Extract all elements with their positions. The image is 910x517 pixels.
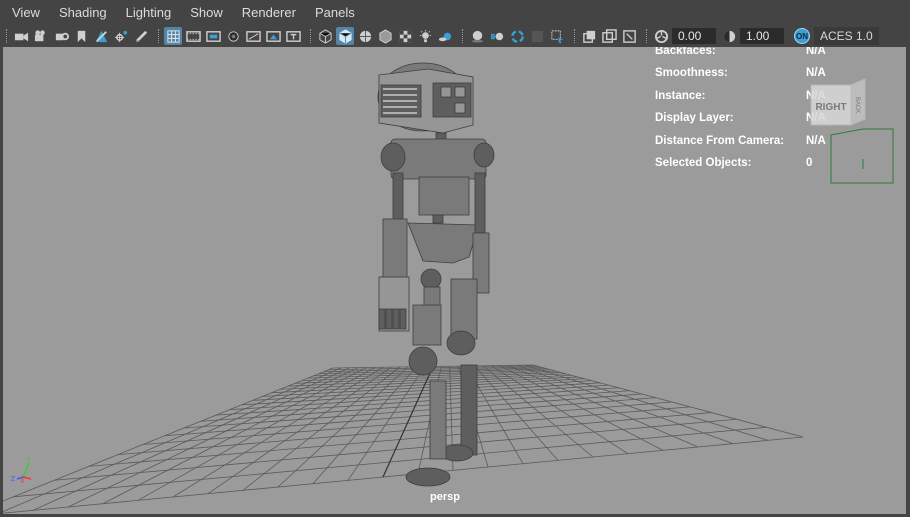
grid-line	[507, 365, 699, 448]
robot-left-finger	[378, 308, 386, 330]
axis-y-line	[22, 462, 30, 478]
robot-front-knee	[408, 346, 438, 376]
robot-back-thigh	[450, 278, 478, 340]
menu-shading[interactable]: Shading	[49, 0, 116, 26]
viewport-toolbar: 0.00 1.00 ON ACES 1.0	[0, 26, 910, 46]
robot-front-foot	[405, 467, 451, 487]
grid-line	[3, 436, 804, 514]
robot-front-hip	[420, 268, 442, 290]
robot-waist-joint	[432, 214, 444, 224]
hud-row-backfaces: Backfaces: N/A	[655, 47, 826, 57]
menu-panels[interactable]: Panels	[305, 0, 364, 26]
robot-front-hip-joint	[423, 286, 441, 308]
toolbar-separator	[646, 29, 649, 43]
menu-view[interactable]: View	[0, 0, 49, 26]
robot-front-thigh	[412, 304, 442, 346]
view-cube-right-label: RIGHT	[815, 102, 846, 113]
menu-lighting[interactable]: Lighting	[116, 0, 181, 26]
toolbar-separator	[158, 29, 161, 43]
view-cube[interactable]: RIGHT BACK	[803, 77, 903, 187]
camera-name-label: persp	[430, 491, 460, 503]
robot-face-detail	[440, 86, 452, 98]
viewport-menu-bar: View Shading Lighting Show Renderer Pane…	[0, 0, 910, 26]
gamma-field[interactable]: 1.00	[740, 28, 784, 44]
robot-left-finger	[392, 308, 400, 330]
image-plane-icon[interactable]	[72, 27, 90, 45]
isolate-select-icon[interactable]	[528, 27, 546, 45]
field-chart-icon[interactable]	[244, 27, 262, 45]
resolution-gate-icon[interactable]	[204, 27, 222, 45]
grid-icon[interactable]	[164, 27, 182, 45]
xray-icon[interactable]	[548, 27, 566, 45]
backface-culling-icon[interactable]	[600, 27, 618, 45]
axis-gizmo: Y X Z	[11, 457, 32, 485]
wireframe-icon[interactable]	[316, 27, 334, 45]
robot-pelvis	[407, 222, 480, 264]
robot-front-shin	[429, 380, 447, 460]
axis-z-label: Z	[11, 476, 16, 483]
wireframe-on-shaded-icon[interactable]	[356, 27, 374, 45]
toolbar-separator	[310, 29, 313, 43]
grid-line	[172, 366, 384, 498]
robot-back-shin	[460, 364, 478, 456]
axis-y-label: Y	[26, 457, 31, 464]
bookmark-icon[interactable]	[52, 27, 70, 45]
grid-line	[137, 367, 375, 501]
robot-left-forearm	[382, 218, 408, 280]
motion-blur-icon[interactable]	[488, 27, 506, 45]
textured-icon[interactable]	[396, 27, 414, 45]
shadows-icon[interactable]	[436, 27, 454, 45]
safe-action-icon[interactable]	[264, 27, 282, 45]
xray-joints-icon[interactable]	[580, 27, 598, 45]
use-default-material-icon[interactable]	[376, 27, 394, 45]
grid-line	[524, 364, 769, 441]
robot-right-shoulder	[473, 142, 495, 168]
robot-face-detail	[454, 102, 466, 114]
axis-x-label: X	[20, 478, 25, 485]
view-cube-compass-ring	[830, 128, 894, 184]
safe-title-icon[interactable]	[284, 27, 302, 45]
robot-back-knee	[446, 330, 476, 356]
exposure-field[interactable]: 0.00	[672, 28, 716, 44]
robot-left-finger	[399, 308, 407, 330]
color-management-toggle[interactable]: ON	[794, 28, 810, 44]
grid-line	[3, 367, 342, 512]
camera-attributes-icon[interactable]	[32, 27, 50, 45]
film-gate-icon[interactable]	[184, 27, 202, 45]
robot-right-upper-arm	[474, 172, 486, 234]
robot-left-upper-arm	[392, 172, 404, 226]
exposure-icon[interactable]	[652, 27, 670, 45]
robot-mid-torso	[418, 176, 470, 216]
grid-line	[347, 366, 425, 481]
view-transform-selector[interactable]: ACES 1.0	[814, 27, 879, 45]
grid-line	[491, 365, 629, 455]
menu-show[interactable]: Show	[180, 0, 232, 26]
robot-left-finger	[385, 308, 393, 330]
gate-mask-icon[interactable]	[224, 27, 242, 45]
robot-face-detail	[454, 86, 466, 98]
grid-line	[102, 367, 367, 505]
toolbar-separator	[6, 29, 9, 43]
3d-viewport[interactable]: Backfaces:N/A Smoothness:N/A Instance:N/…	[3, 47, 906, 514]
select-camera-icon[interactable]	[12, 27, 30, 45]
grid-line	[532, 364, 804, 438]
snapshot-icon[interactable]	[620, 27, 638, 45]
robot-left-shoulder	[380, 142, 406, 172]
2d-pan-zoom-icon[interactable]	[92, 27, 110, 45]
menu-renderer[interactable]: Renderer	[232, 0, 305, 26]
ambient-occlusion-icon[interactable]	[468, 27, 486, 45]
use-all-lights-icon[interactable]	[416, 27, 434, 45]
smooth-shade-icon[interactable]	[336, 27, 354, 45]
view-cube-back-label: BACK	[854, 97, 860, 113]
grid-line	[67, 367, 359, 508]
toolbar-separator	[574, 29, 577, 43]
toolbar-separator	[462, 29, 465, 43]
grid-line	[516, 364, 734, 445]
pencil-icon[interactable]	[132, 27, 150, 45]
gamma-icon[interactable]	[720, 27, 738, 45]
anti-aliasing-icon[interactable]	[508, 27, 526, 45]
grease-pencil-icon[interactable]	[112, 27, 130, 45]
